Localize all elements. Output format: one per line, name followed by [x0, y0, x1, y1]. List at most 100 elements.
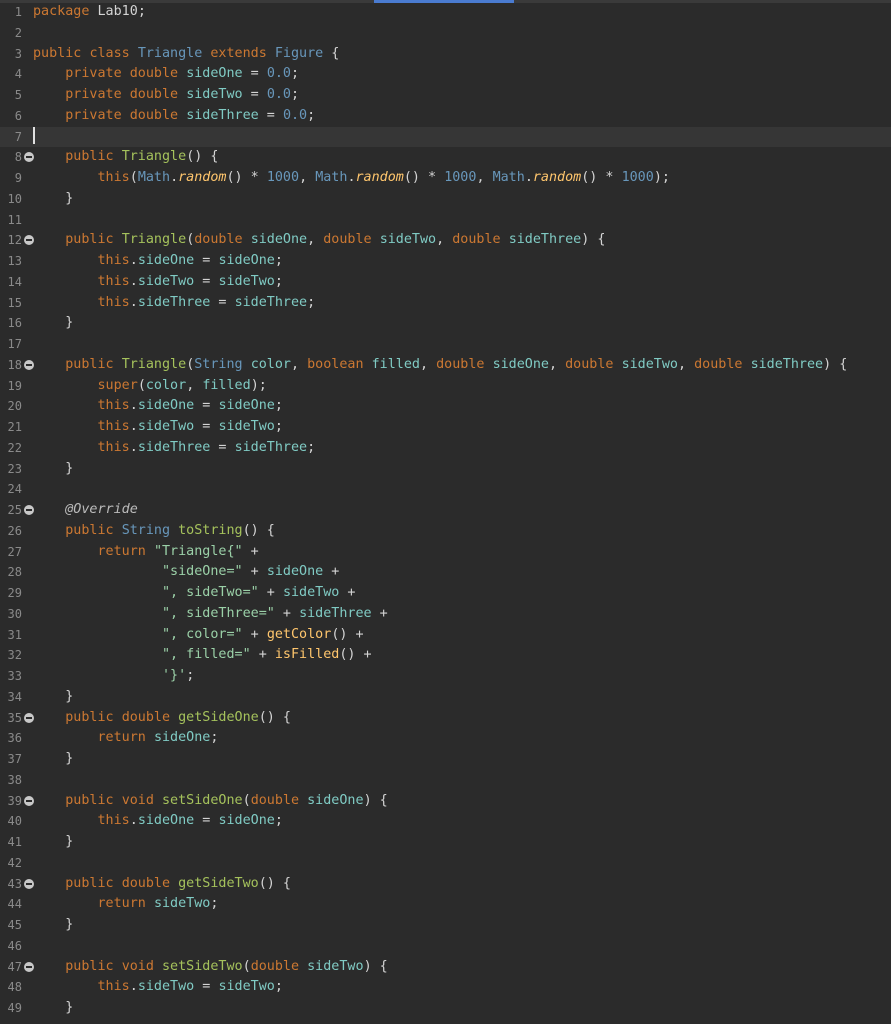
line-code: this.sideOne = sideOne;	[97, 813, 283, 829]
line-code: public double getSideOne() {	[65, 709, 291, 725]
line-code: public Triangle(String color, boolean fi…	[65, 356, 848, 372]
code-line[interactable]: 47 public void setSideTwo(double sideTwo…	[0, 957, 891, 978]
code-line[interactable]: 35 public double getSideOne() {	[0, 708, 891, 729]
code-line[interactable]: 41 }	[0, 832, 891, 853]
line-number: 14	[7, 274, 22, 289]
line-code: }	[33, 1000, 74, 1015]
code-line[interactable]: 25 @Override	[0, 500, 891, 521]
line-number: 16	[7, 316, 22, 331]
line-code: this(Math.random() * 1000, Math.random()…	[97, 170, 670, 185]
line-number: 24	[7, 482, 22, 497]
code-line[interactable]: 14 this.sideTwo = sideTwo;	[0, 272, 891, 293]
code-line[interactable]: 17	[0, 334, 891, 355]
line-number: 40	[7, 814, 22, 829]
line-number: 17	[7, 337, 22, 351]
line-code: public class Triangle extends Figure {	[33, 45, 340, 61]
code-line[interactable]: 8 public Triangle() {	[0, 147, 891, 168]
code-line[interactable]: 42	[0, 853, 891, 874]
code-line[interactable]: 19 super(color, filled);	[0, 376, 891, 397]
line-code: this.sideOne = sideOne;	[97, 253, 283, 268]
code-line[interactable]: 38	[0, 770, 891, 791]
line-number: 43	[7, 876, 22, 891]
line-number: 3	[14, 46, 22, 61]
line-code: public void setSideTwo(double sideTwo) {	[65, 958, 388, 974]
line-code: }	[33, 834, 74, 849]
code-line[interactable]: 20 this.sideOne = sideOne;	[0, 396, 891, 417]
line-code: public Triangle() {	[65, 149, 219, 165]
code-line[interactable]: 16 }	[0, 313, 891, 334]
code-line[interactable]: 36 return sideOne;	[0, 728, 891, 749]
line-code: public String toString() {	[65, 522, 275, 538]
line-code: }	[33, 917, 74, 932]
code-line[interactable]: 31 ", color=" + getColor() +	[0, 625, 891, 646]
code-line[interactable]: 26 public String toString() {	[0, 521, 891, 542]
line-number: 34	[7, 689, 22, 704]
code-line[interactable]: 22 this.sideThree = sideThree;	[0, 438, 891, 459]
line-number: 11	[7, 212, 22, 227]
line-code: '}';	[162, 668, 195, 683]
line-number: 49	[7, 1001, 22, 1015]
code-line[interactable]: 40 this.sideOne = sideOne;	[0, 811, 891, 832]
line-code: private double sideTwo = 0.0;	[65, 87, 300, 102]
code-line[interactable]: 29 ", sideTwo=" + sideTwo +	[0, 583, 891, 604]
code-line[interactable]: 10 }	[0, 189, 891, 210]
code-line[interactable]: 9 this(Math.random() * 1000, Math.random…	[0, 168, 891, 189]
code-line[interactable]: 1 package Lab10;	[0, 2, 891, 23]
line-number: 13	[7, 254, 22, 268]
line-number: 2	[14, 25, 22, 40]
code-line[interactable]: 23 }	[0, 459, 891, 480]
code-line[interactable]: 30 ", sideThree=" + sideThree +	[0, 604, 891, 625]
code-line[interactable]: 4 private double sideOne = 0.0;	[0, 64, 891, 85]
code-line[interactable]: 6 private double sideThree = 0.0;	[0, 106, 891, 127]
code-line[interactable]: 39 public void setSideOne(double sideOne…	[0, 791, 891, 812]
line-number: 28	[7, 565, 22, 580]
code-line[interactable]: 46	[0, 936, 891, 957]
code-line[interactable]: 27 return "Triangle{" +	[0, 542, 891, 563]
code-line[interactable]: 2	[0, 23, 891, 44]
line-number: 20	[7, 399, 22, 414]
line-code: package Lab10;	[33, 4, 146, 19]
code-line[interactable]: 37 }	[0, 749, 891, 770]
code-line[interactable]: 12 public Triangle(double sideOne, doubl…	[0, 230, 891, 251]
line-number: 46	[7, 938, 22, 953]
line-number: 47	[7, 959, 22, 974]
line-code	[33, 127, 35, 148]
code-line[interactable]: 32 ", filled=" + isFilled() +	[0, 645, 891, 666]
line-number: 45	[7, 918, 22, 932]
line-number: 31	[7, 627, 22, 642]
line-code: this.sideTwo = sideTwo;	[97, 419, 283, 434]
text-cursor	[33, 127, 35, 144]
code-line[interactable]: 5 private double sideTwo = 0.0;	[0, 85, 891, 106]
code-line[interactable]: 18 public Triangle(String color, boolean…	[0, 355, 891, 376]
code-editor[interactable]: 1 package Lab10; 2 3 public class Triangle e…	[0, 0, 891, 1024]
code-line[interactable]: 45 }	[0, 915, 891, 936]
line-number: 39	[7, 793, 22, 808]
code-line[interactable]: 34 }	[0, 687, 891, 708]
code-line[interactable]: 11	[0, 210, 891, 231]
code-line[interactable]: 21 this.sideTwo = sideTwo;	[0, 417, 891, 438]
code-line[interactable]: 28 "sideOne=" + sideOne +	[0, 562, 891, 583]
line-number: 42	[7, 855, 22, 870]
line-number: 30	[7, 606, 22, 621]
line-code: super(color, filled);	[97, 377, 267, 393]
code-line[interactable]: 48 this.sideTwo = sideTwo;	[0, 977, 891, 998]
line-number: 7	[14, 129, 22, 144]
code-line[interactable]: 24	[0, 479, 891, 500]
line-code: ", color=" + getColor() +	[162, 626, 364, 642]
code-line[interactable]: 33 '}';	[0, 666, 891, 687]
line-number: 6	[14, 108, 22, 123]
code-line[interactable]: 3 public class Triangle extends Figure {	[0, 44, 891, 65]
line-number: 27	[7, 544, 22, 559]
line-number: 35	[7, 710, 22, 725]
line-number: 48	[7, 980, 22, 995]
code-line[interactable]: 49 }	[0, 998, 891, 1019]
line-number: 1	[14, 5, 22, 19]
line-number: 26	[7, 523, 22, 538]
code-line[interactable]: 15 this.sideThree = sideThree;	[0, 293, 891, 314]
line-number: 38	[7, 772, 22, 787]
line-code: }	[33, 751, 74, 766]
code-line[interactable]: 44 return sideTwo;	[0, 894, 891, 915]
code-line[interactable]: 43 public double getSideTwo() {	[0, 874, 891, 895]
code-line[interactable]: 7	[0, 126, 891, 148]
code-line[interactable]: 13 this.sideOne = sideOne;	[0, 251, 891, 272]
